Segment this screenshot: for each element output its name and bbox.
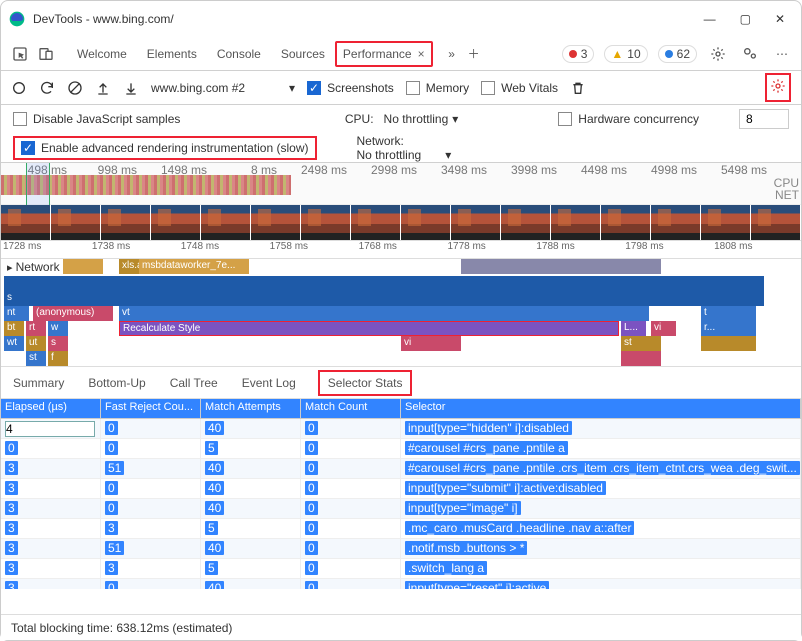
col-match-count[interactable]: Match Count (301, 399, 401, 418)
info-badge[interactable]: 62 (658, 45, 697, 63)
recording-select[interactable]: www.bing.com #2▾ (151, 81, 295, 95)
kebab-icon[interactable]: ⋯ (771, 43, 793, 65)
table-row[interactable]: 0400input[type="hidden" i]:disabled (1, 419, 801, 439)
devtools-tabbar: Welcome Elements Console Sources Perform… (1, 37, 801, 71)
table-row[interactable]: 351400#carousel #crs_pane .pntile .crs_i… (1, 459, 801, 479)
record-icon[interactable] (11, 80, 27, 96)
timeline-overview[interactable]: 498 ms998 ms1498 ms8 ms2498 ms2998 ms349… (1, 163, 801, 205)
table-row[interactable]: 30400input[type="submit" i]:active:disab… (1, 479, 801, 499)
memory-checkbox[interactable]: Memory (406, 81, 469, 95)
more-tabs-icon[interactable]: » (441, 43, 463, 65)
tab-console[interactable]: Console (207, 39, 271, 69)
close-tab-icon[interactable]: × (418, 47, 425, 61)
warnings-badge[interactable]: ▲10 (604, 45, 647, 63)
table-row[interactable]: 30400input[type="image" i] (1, 499, 801, 519)
perf-toolbar: www.bing.com #2▾ ✓Screenshots Memory Web… (1, 71, 801, 105)
settings-row-1: Disable JavaScript samples CPU: No throt… (1, 105, 801, 133)
inspect-icon[interactable] (9, 43, 31, 65)
settings-row-2: ✓Enable advanced rendering instrumentati… (1, 133, 801, 163)
network-throttle-select[interactable]: No throttling ▾ (357, 148, 452, 162)
overview-selection[interactable] (26, 163, 50, 205)
table-row[interactable]: 30400input[type="reset" i]:active (1, 579, 801, 589)
window-title: DevTools - www.bing.com/ (33, 12, 174, 26)
tab-performance[interactable]: Performance × (335, 41, 433, 67)
flame-chart[interactable]: ▸ Network xls.a msbdataworker_7e... s nt… (1, 259, 801, 367)
hw-concurrency-input[interactable] (739, 109, 789, 129)
screenshots-checkbox[interactable]: ✓Screenshots (307, 81, 394, 95)
screenshots-filmstrip[interactable] (1, 205, 801, 241)
clear-icon[interactable] (67, 80, 83, 96)
table-body[interactable]: 0400input[type="hidden" i]:disabled0050#… (1, 419, 801, 589)
tab-event-log[interactable]: Event Log (240, 370, 298, 396)
detail-tabs: Summary Bottom-Up Call Tree Event Log Se… (1, 367, 801, 399)
maximize-button[interactable]: ▢ (740, 12, 751, 26)
col-fast-reject[interactable]: Fast Reject Cou... (101, 399, 201, 418)
minimize-button[interactable]: — (704, 12, 716, 26)
close-button[interactable]: ✕ (775, 12, 785, 26)
hw-concurrency-checkbox[interactable]: Hardware concurrency (558, 112, 699, 126)
tab-selector-stats[interactable]: Selector Stats (318, 370, 413, 396)
table-row[interactable]: 351400.notif.msb .buttons > * (1, 539, 801, 559)
errors-badge[interactable]: 3 (562, 45, 595, 63)
tab-summary[interactable]: Summary (11, 370, 66, 396)
add-tab-icon[interactable]: ＋ (463, 43, 485, 65)
upload-icon[interactable] (95, 80, 111, 96)
col-match-attempts[interactable]: Match Attempts (201, 399, 301, 418)
window-titlebar: DevTools - www.bing.com/ — ▢ ✕ (1, 1, 801, 37)
table-row[interactable]: 3350.mc_caro .musCard .headline .nav a::… (1, 519, 801, 539)
tab-elements[interactable]: Elements (137, 39, 207, 69)
advanced-rendering-checkbox[interactable]: ✓Enable advanced rendering instrumentati… (21, 141, 309, 155)
table-row[interactable]: 0050#carousel #crs_pane .pntile a (1, 439, 801, 459)
tab-sources[interactable]: Sources (271, 39, 335, 69)
download-icon[interactable] (123, 80, 139, 96)
capture-settings-icon[interactable] (765, 73, 791, 102)
tab-welcome[interactable]: Welcome (67, 39, 137, 69)
cell-edit-input[interactable] (5, 421, 95, 437)
disable-js-checkbox[interactable]: Disable JavaScript samples (13, 112, 180, 126)
tab-bottom-up[interactable]: Bottom-Up (86, 370, 147, 396)
flame-ruler[interactable]: 1728 ms1738 ms1748 ms1758 ms1768 ms1778 … (1, 241, 801, 259)
status-footer: Total blocking time: 638.12ms (estimated… (1, 614, 801, 640)
device-icon[interactable] (35, 43, 57, 65)
trash-icon[interactable] (570, 80, 586, 96)
cpu-throttle-select[interactable]: No throttling ▾ (384, 112, 459, 126)
edge-logo-icon (9, 11, 25, 27)
col-selector[interactable]: Selector (401, 399, 801, 418)
reload-icon[interactable] (39, 80, 55, 96)
table-row[interactable]: 3350.switch_lang a (1, 559, 801, 579)
settings-gear-icon[interactable] (707, 43, 729, 65)
filmstrip-frame[interactable] (1, 205, 51, 240)
tab-call-tree[interactable]: Call Tree (168, 370, 220, 396)
table-header: Elapsed (µs) Fast Reject Cou... Match At… (1, 399, 801, 419)
col-elapsed[interactable]: Elapsed (µs) (1, 399, 101, 418)
account-icon[interactable] (739, 43, 761, 65)
webvitals-checkbox[interactable]: Web Vitals (481, 81, 558, 95)
